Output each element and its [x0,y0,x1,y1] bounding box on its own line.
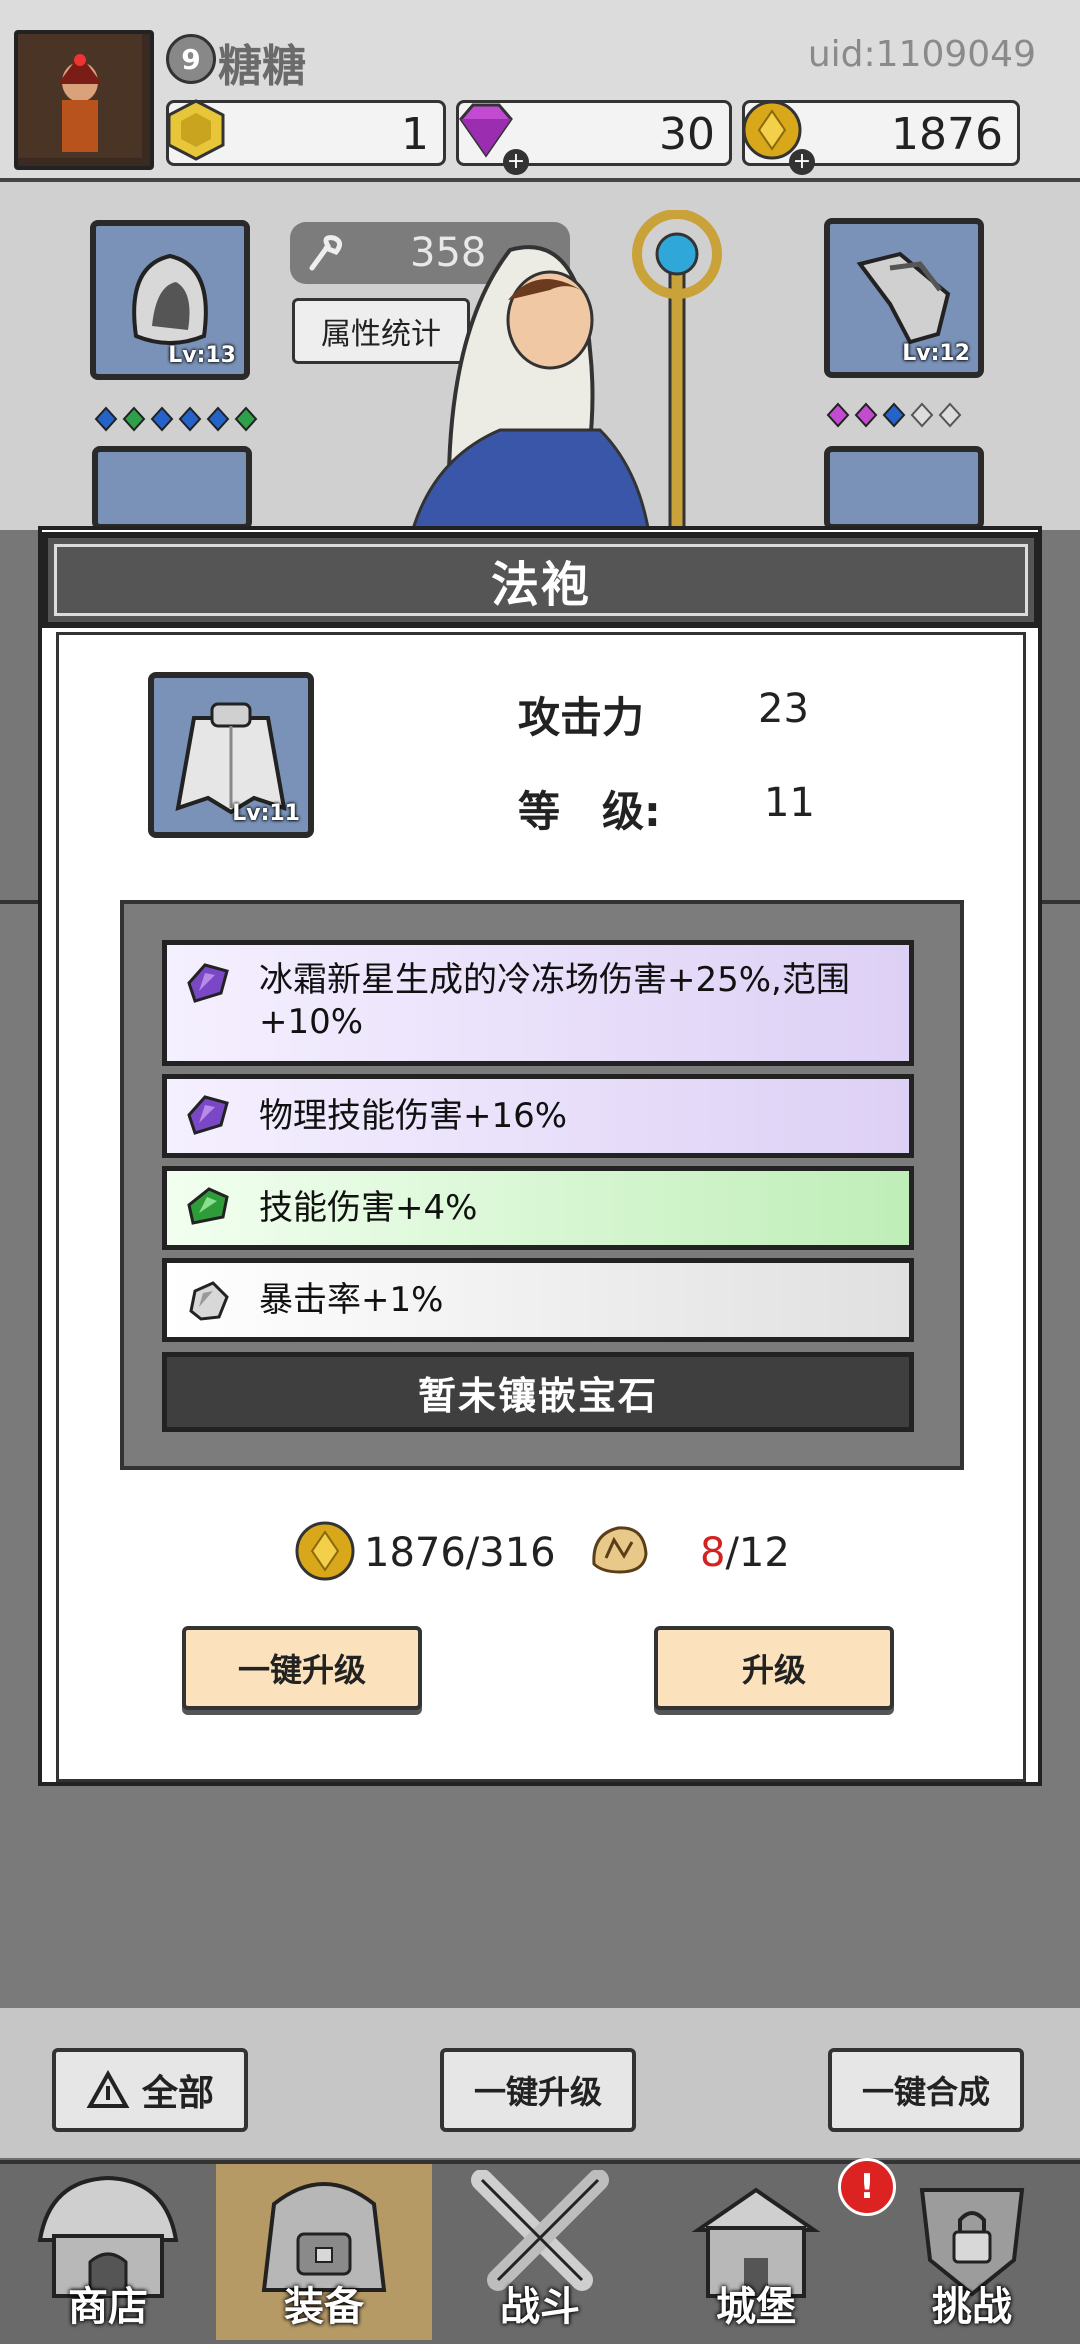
grey-stone-icon [189,1281,229,1321]
equip-slot-ring[interactable] [824,446,984,530]
slot-level: Lv:13 [168,343,236,368]
nav-label: 装备 [284,2284,364,2330]
token-counter[interactable]: 1 [166,99,446,166]
hexagon-token-icon [167,99,225,161]
gold-value: 1876 [891,109,1003,160]
affix-row: 物理技能伤害+16% [162,1074,914,1158]
nav-equipment[interactable]: 装备 [216,2164,432,2340]
gem-socket-bar[interactable]: 暂未镶嵌宝石 [162,1352,914,1432]
nav-castle[interactable]: 城堡 [648,2164,864,2340]
one-key-upgrade-all-button[interactable]: 一键升级 [440,2048,636,2132]
nav-shop[interactable]: 商店 [0,2164,216,2340]
level-value: 11 [764,780,815,826]
scroll-icon [592,1526,648,1574]
player-uid: uid:1109049 [807,34,1036,75]
add-diamond-icon[interactable]: + [503,149,529,175]
add-gold-icon[interactable]: + [789,149,815,175]
nav-label: 战斗 [500,2284,580,2330]
triangle-filter-icon [86,2070,130,2108]
nav-label: 城堡 [716,2284,796,2330]
green-gem-icon [187,1187,229,1225]
upgrade-button[interactable]: 升级 [654,1626,894,1710]
player-name: 糖糖 [218,41,306,92]
nav-label: 挑战 [932,2284,1012,2330]
affix-text: 物理技能伤害+16% [259,1096,568,1136]
equip-slot-robe[interactable] [92,446,252,530]
item-level-badge: Lv:11 [232,801,300,826]
diamond-value: 30 [659,109,715,160]
attack-value: 23 [758,686,809,732]
affix-text: 技能伤害+4% [259,1188,478,1228]
scroll-count: 8/12 [700,1530,790,1576]
left-slot-gems [92,404,262,438]
one-key-merge-button[interactable]: 一键合成 [828,2048,1024,2132]
nav-battle[interactable]: 战斗 [432,2164,648,2340]
affix-row: 技能伤害+4% [162,1166,914,1250]
one-key-upgrade-button[interactable]: 一键升级 [182,1626,422,1710]
affix-text: 暴击率+1% [259,1280,444,1320]
slot-level: Lv:12 [902,341,970,366]
affix-row: 冰霜新星生成的冷冻场伤害+25%,范围+10% [162,940,914,1066]
filter-all-button[interactable]: 全部 [52,2048,248,2132]
scroll-need: /12 [725,1530,790,1576]
hero-figure [390,209,810,544]
equip-slot-bracer[interactable]: Lv:12 [824,218,984,378]
nav-label: 商店 [68,2284,148,2330]
gold-cost: 1876/316 [364,1530,556,1576]
avatar[interactable] [14,30,154,170]
purple-gem-icon [187,1095,229,1135]
modal-title: 法袍 [490,557,591,613]
modal-title-bar: 法袍 [42,532,1040,628]
gold-coin-icon [295,1521,355,1581]
equip-slot-hood[interactable]: Lv:13 [90,220,250,380]
token-value: 1 [401,109,429,160]
affix-row: 暴击率+1% [162,1258,914,1342]
item-slot: Lv:11 [148,672,314,838]
purple-gem-icon [187,963,229,1003]
power-icon [309,235,342,271]
right-slot-gems [824,400,994,434]
player-level-badge: 9 [166,34,216,84]
no-gem-text: 暂未镶嵌宝石 [417,1373,658,1418]
filter-all-label: 全部 [141,2073,214,2114]
affix-text: 冰霜新星生成的冷冻场伤害+25%,范围+10% [259,960,850,1042]
nav-challenge[interactable]: 挑战 [864,2164,1080,2340]
attack-label: 攻击力 [518,693,645,742]
level-label: 等 级: [518,787,661,836]
gold-counter[interactable]: + 1876 [742,100,1020,175]
scroll-have: 8 [700,1530,726,1576]
diamond-counter[interactable]: + 30 [456,100,732,175]
